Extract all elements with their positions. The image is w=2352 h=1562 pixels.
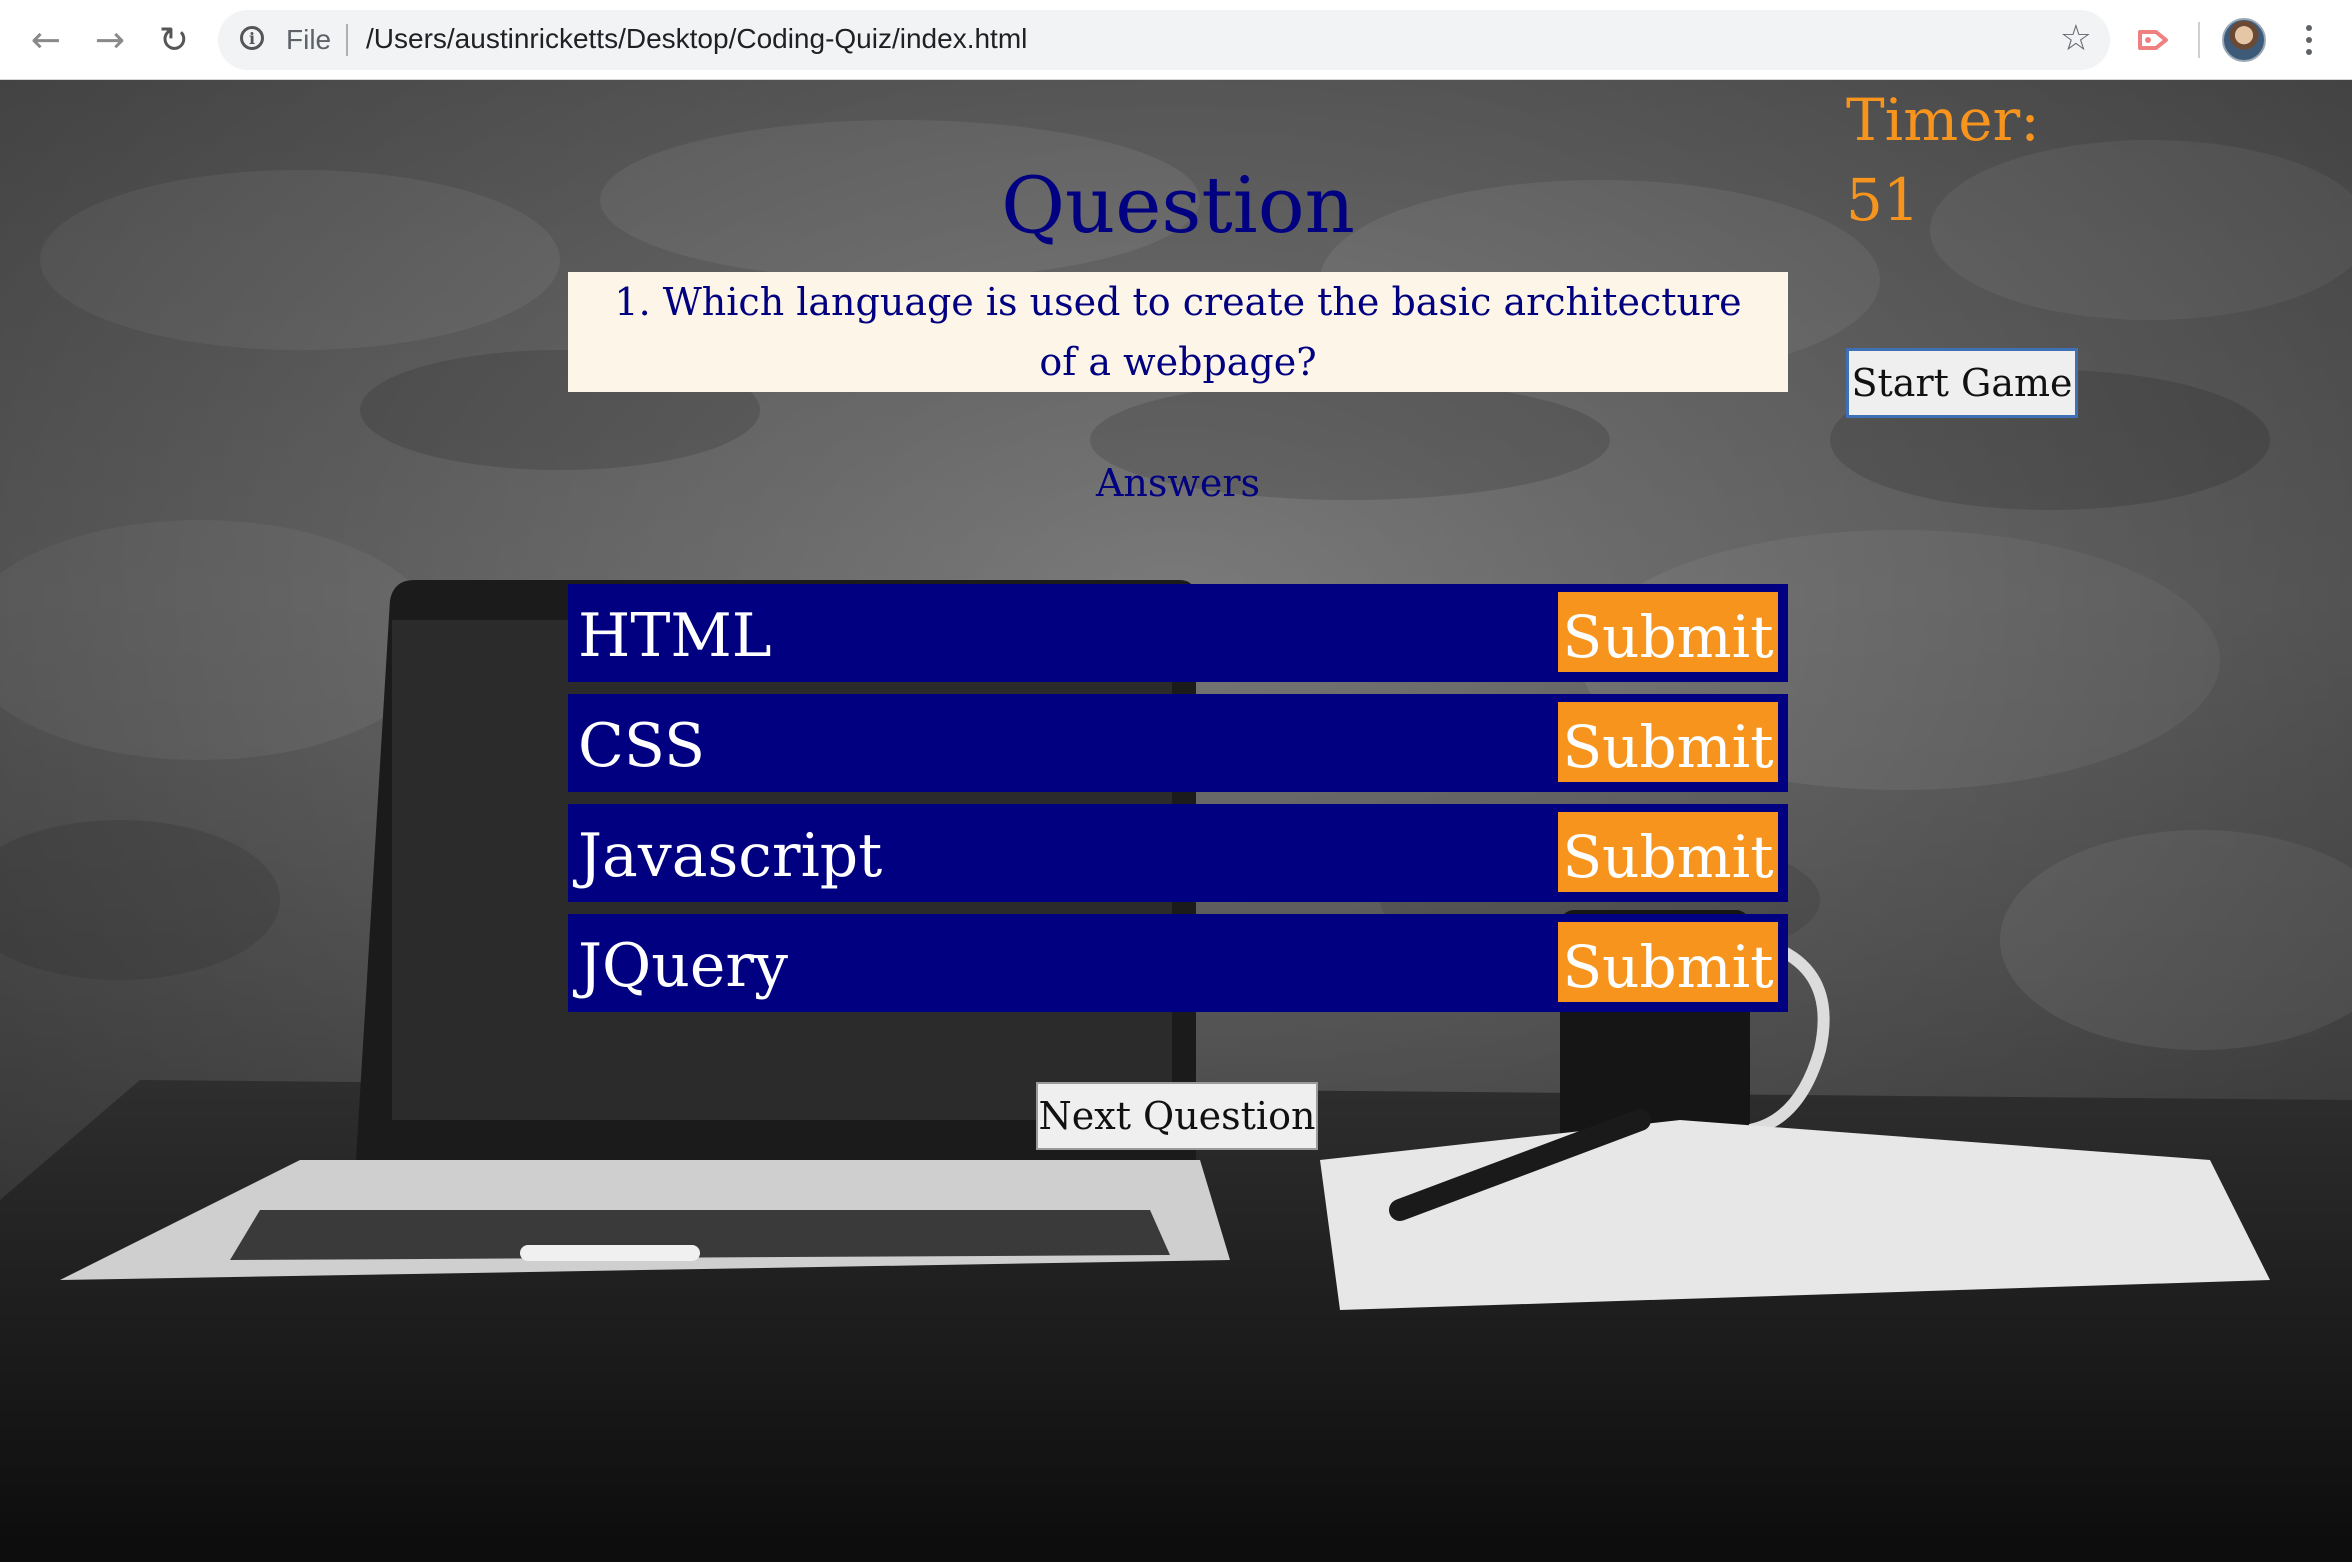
submit-button[interactable]: Submit	[1558, 592, 1778, 672]
answer-row: JQuery Submit	[568, 914, 1788, 1012]
submit-button[interactable]: Submit	[1558, 702, 1778, 782]
arrow-right-icon[interactable]: →	[86, 16, 134, 64]
answer-row: Javascript Submit	[568, 804, 1788, 902]
timer-label: Timer:	[1846, 86, 2040, 154]
omnibox-separator	[346, 24, 348, 56]
star-icon[interactable]: ☆	[2060, 18, 2092, 59]
submit-button[interactable]: Submit	[1558, 812, 1778, 892]
start-game-button[interactable]: Start Game	[1846, 348, 2078, 418]
next-question-button[interactable]: Next Question	[1036, 1082, 1318, 1150]
page-viewport: Timer: 51 Start Game Question 1. Which l…	[0, 80, 2352, 1562]
answers-heading: Answers	[1095, 461, 1261, 505]
answer-text: Javascript	[578, 821, 883, 891]
answer-text: HTML	[578, 601, 772, 671]
answer-text: JQuery	[578, 931, 788, 1001]
reload-icon[interactable]: ↻	[150, 16, 198, 64]
submit-button[interactable]: Submit	[1558, 922, 1778, 1002]
cast-extension-icon[interactable]	[2136, 22, 2172, 58]
kebab-menu-icon[interactable]	[2294, 18, 2324, 62]
info-icon[interactable]: i	[240, 26, 264, 50]
url-text[interactable]: /Users/austinricketts/Desktop/Coding-Qui…	[366, 23, 1027, 55]
url-scheme-label: File	[286, 24, 332, 55]
answer-row: CSS Submit	[568, 694, 1788, 792]
timer-value: 51	[1846, 166, 1920, 234]
address-bar[interactable]: i File /Users/austinricketts/Desktop/Cod…	[218, 10, 2110, 70]
toolbar-divider	[2198, 22, 2200, 58]
avatar[interactable]	[2222, 18, 2266, 62]
timer-display: Timer: 51	[1846, 80, 2106, 240]
answer-row: HTML Submit	[568, 584, 1788, 682]
arrow-left-icon[interactable]: ←	[22, 16, 70, 64]
question-text: 1. Which language is used to create the …	[568, 272, 1788, 392]
answer-text: CSS	[578, 711, 706, 781]
browser-toolbar: ← → ↻ i File /Users/austinricketts/Deskt…	[0, 0, 2352, 80]
question-heading: Question	[1001, 161, 1355, 251]
